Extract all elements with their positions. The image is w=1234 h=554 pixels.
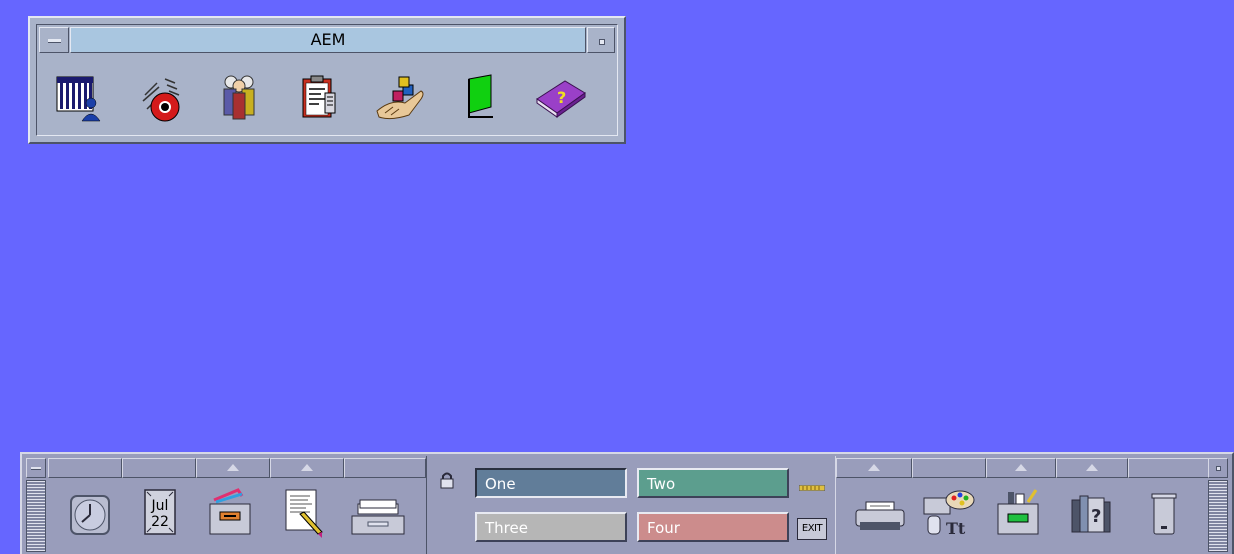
aem-titlebar: AEM [39,27,615,53]
file-manager-icon[interactable] [198,482,262,552]
lock-icon[interactable] [437,470,457,490]
front-panel-menu-button[interactable] [26,458,46,478]
aem-subpanel-window: AEM ? [28,16,626,144]
svg-text:?: ? [1091,506,1101,527]
trash-can-icon[interactable] [1132,482,1196,552]
users-icon[interactable] [211,69,271,125]
alarm-bell-icon[interactable] [131,69,191,125]
style-manager-icon[interactable]: Tt [916,482,980,552]
application-manager-icon[interactable] [988,482,1052,552]
workspace-three-button[interactable]: Three [475,512,627,542]
workspace-four-button[interactable]: Four [637,512,789,542]
workspace-one-button[interactable]: One [475,468,627,498]
clipboard-report-icon[interactable] [291,69,351,125]
front-panel-left-handle[interactable] [26,480,46,552]
right-subpanel-arrows [836,458,1210,478]
front-panel-right-handle[interactable] [1208,480,1228,552]
clock-subpanel-arrow [48,458,122,478]
printer-icon[interactable] [848,482,912,552]
mail-subpanel-arrow [344,458,426,478]
exit-button[interactable]: EXIT [797,518,827,540]
help-manager-icon[interactable]: ? [1058,482,1122,552]
applications-subpanel-arrow[interactable] [270,458,344,478]
mailer-icon[interactable] [346,482,410,552]
performance-monitor-icon[interactable] [51,69,111,125]
text-editor-icon[interactable] [272,482,336,552]
aem-subpanel-frame: AEM ? [36,24,618,136]
calendar-day: 22 [151,514,169,530]
window-menu-button[interactable] [39,27,69,53]
desktop-background: AEM ? Jul 22 One Two Three Four EXIT Tt … [0,0,1234,554]
front-panel: Jul 22 One Two Three Four EXIT Tt ? [20,452,1234,554]
aem-icon-row: ? [51,69,611,125]
aem-title[interactable]: AEM [70,27,586,53]
svg-text:?: ? [557,88,566,107]
calendar-month: Jul [151,498,169,514]
tools-subpanel-arrow-blank [912,458,986,478]
calendar-icon[interactable]: Jul 22 [128,482,192,552]
workspace-two-button[interactable]: Two [637,468,789,498]
left-subpanel-arrows [48,458,426,478]
help-subpanel-arrow[interactable] [1056,458,1128,478]
hand-blocks-icon[interactable] [371,69,431,125]
front-panel-minimize-button[interactable] [1208,458,1228,478]
files-subpanel-arrow[interactable] [196,458,270,478]
svg-text:Tt: Tt [946,519,966,538]
green-flag-icon[interactable] [451,69,511,125]
busy-light-icon [798,476,826,492]
trash-subpanel-arrow [1128,458,1210,478]
personal-printers-subpanel-arrow[interactable] [836,458,912,478]
hosts-subpanel-arrow[interactable] [986,458,1056,478]
calendar-subpanel-arrow [122,458,196,478]
help-book-icon[interactable]: ? [531,69,591,125]
workspace-switch: One Two Three Four EXIT [426,456,836,554]
clock-icon[interactable] [58,482,122,552]
minimize-button[interactable] [587,27,615,53]
